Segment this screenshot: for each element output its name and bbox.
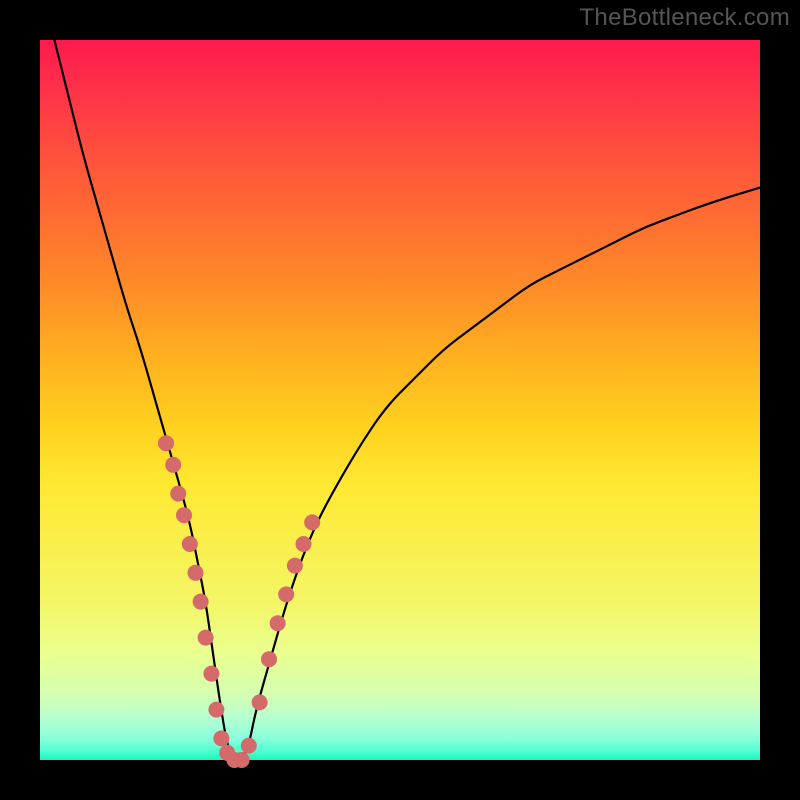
highlight-dot [278,586,294,602]
highlight-dot [158,435,174,451]
plot-area [40,40,760,760]
highlight-dot [304,514,320,530]
highlight-dot [213,730,229,746]
highlight-dot [198,630,214,646]
highlight-dot [176,507,192,523]
curve-svg [40,40,760,760]
highlight-dot [182,536,198,552]
highlight-dot [203,666,219,682]
highlight-dot [188,565,204,581]
highlight-dot [193,594,209,610]
outer-frame: TheBottleneck.com [0,0,800,800]
highlight-dots-group [158,435,320,768]
attribution-text: TheBottleneck.com [579,4,790,32]
highlight-dot [261,651,277,667]
highlight-dot [208,702,224,718]
highlight-dot [241,738,257,754]
bottleneck-curve [54,40,760,760]
highlight-dot [287,558,303,574]
highlight-dot [252,694,268,710]
highlight-dot [170,486,186,502]
highlight-dot [270,615,286,631]
highlight-dot [234,752,250,768]
highlight-dot [296,536,312,552]
highlight-dot [165,457,181,473]
